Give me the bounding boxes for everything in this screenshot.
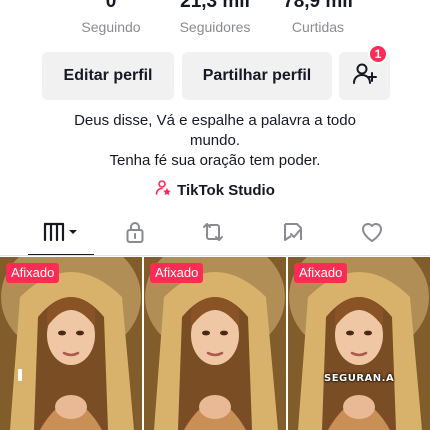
tab-private[interactable]: [115, 220, 155, 248]
favorites-icon: [281, 220, 305, 249]
edit-profile-button[interactable]: Editar perfil: [42, 52, 174, 100]
profile-actions: Editar perfil Partilhar perfil 1: [42, 44, 390, 100]
stat-followers[interactable]: 21,3 mil Seguidores: [170, 0, 260, 36]
liked-heart-icon: [360, 221, 384, 248]
studio-label: TikTok Studio: [177, 181, 275, 199]
bio-line: mundo.: [189, 132, 241, 149]
tiktok-studio-link[interactable]: TikTok Studio: [0, 179, 430, 201]
profile-bio: Deus disse, Vá e espalhe a palavra a tod…: [0, 111, 430, 171]
pinned-badge: Afixado: [6, 263, 60, 283]
video-thumbnail[interactable]: Afixado: [0, 257, 142, 430]
repost-icon: [201, 220, 225, 249]
tab-liked[interactable]: [352, 220, 392, 248]
tab-reposts[interactable]: [193, 220, 233, 248]
add-friend-icon: [352, 61, 378, 92]
studio-icon: [155, 179, 173, 201]
videos-grid-icon: [41, 221, 79, 248]
pinned-badge: Afixado: [294, 263, 348, 283]
stat-following[interactable]: 0 Seguindo: [66, 0, 156, 36]
tab-videos[interactable]: [40, 220, 80, 248]
share-profile-button[interactable]: Partilhar perfil: [182, 52, 332, 100]
bio-line: Deus disse, Vá e espalhe a palavra a tod…: [74, 112, 356, 129]
pinned-badge: Afixado: [150, 263, 204, 283]
video-thumbnail[interactable]: Afixado SEGURAN.A: [288, 257, 430, 430]
tabs-divider: [0, 255, 430, 256]
friend-notification-badge: 1: [368, 44, 388, 64]
followers-label: Seguidores: [179, 19, 251, 35]
video-thumbnail[interactable]: Afixado: [144, 257, 286, 430]
following-count: 0: [105, 0, 117, 12]
likes-label: Curtidas: [291, 19, 345, 35]
lock-icon: [124, 220, 146, 249]
followers-count: 21,3 mil: [180, 0, 250, 12]
stat-likes[interactable]: 78,9 mil Curtidas: [273, 0, 363, 36]
add-friend-button[interactable]: 1: [339, 44, 390, 100]
likes-count: 78,9 mil: [283, 0, 353, 12]
bio-line: Tenha fé sua oração tem poder.: [109, 152, 321, 169]
profile-tabs: [0, 212, 430, 256]
following-label: Seguindo: [81, 19, 141, 35]
caption-mark: [18, 369, 22, 381]
profile-stats: 0 Seguindo 21,3 mil Seguidores 78,9 mil …: [0, 0, 430, 44]
tab-favorites[interactable]: [273, 220, 313, 248]
video-grid: Afixado Afixado Afixado SEGURAN.A: [0, 257, 430, 430]
video-overlay-text: SEGURAN.A: [324, 373, 395, 384]
